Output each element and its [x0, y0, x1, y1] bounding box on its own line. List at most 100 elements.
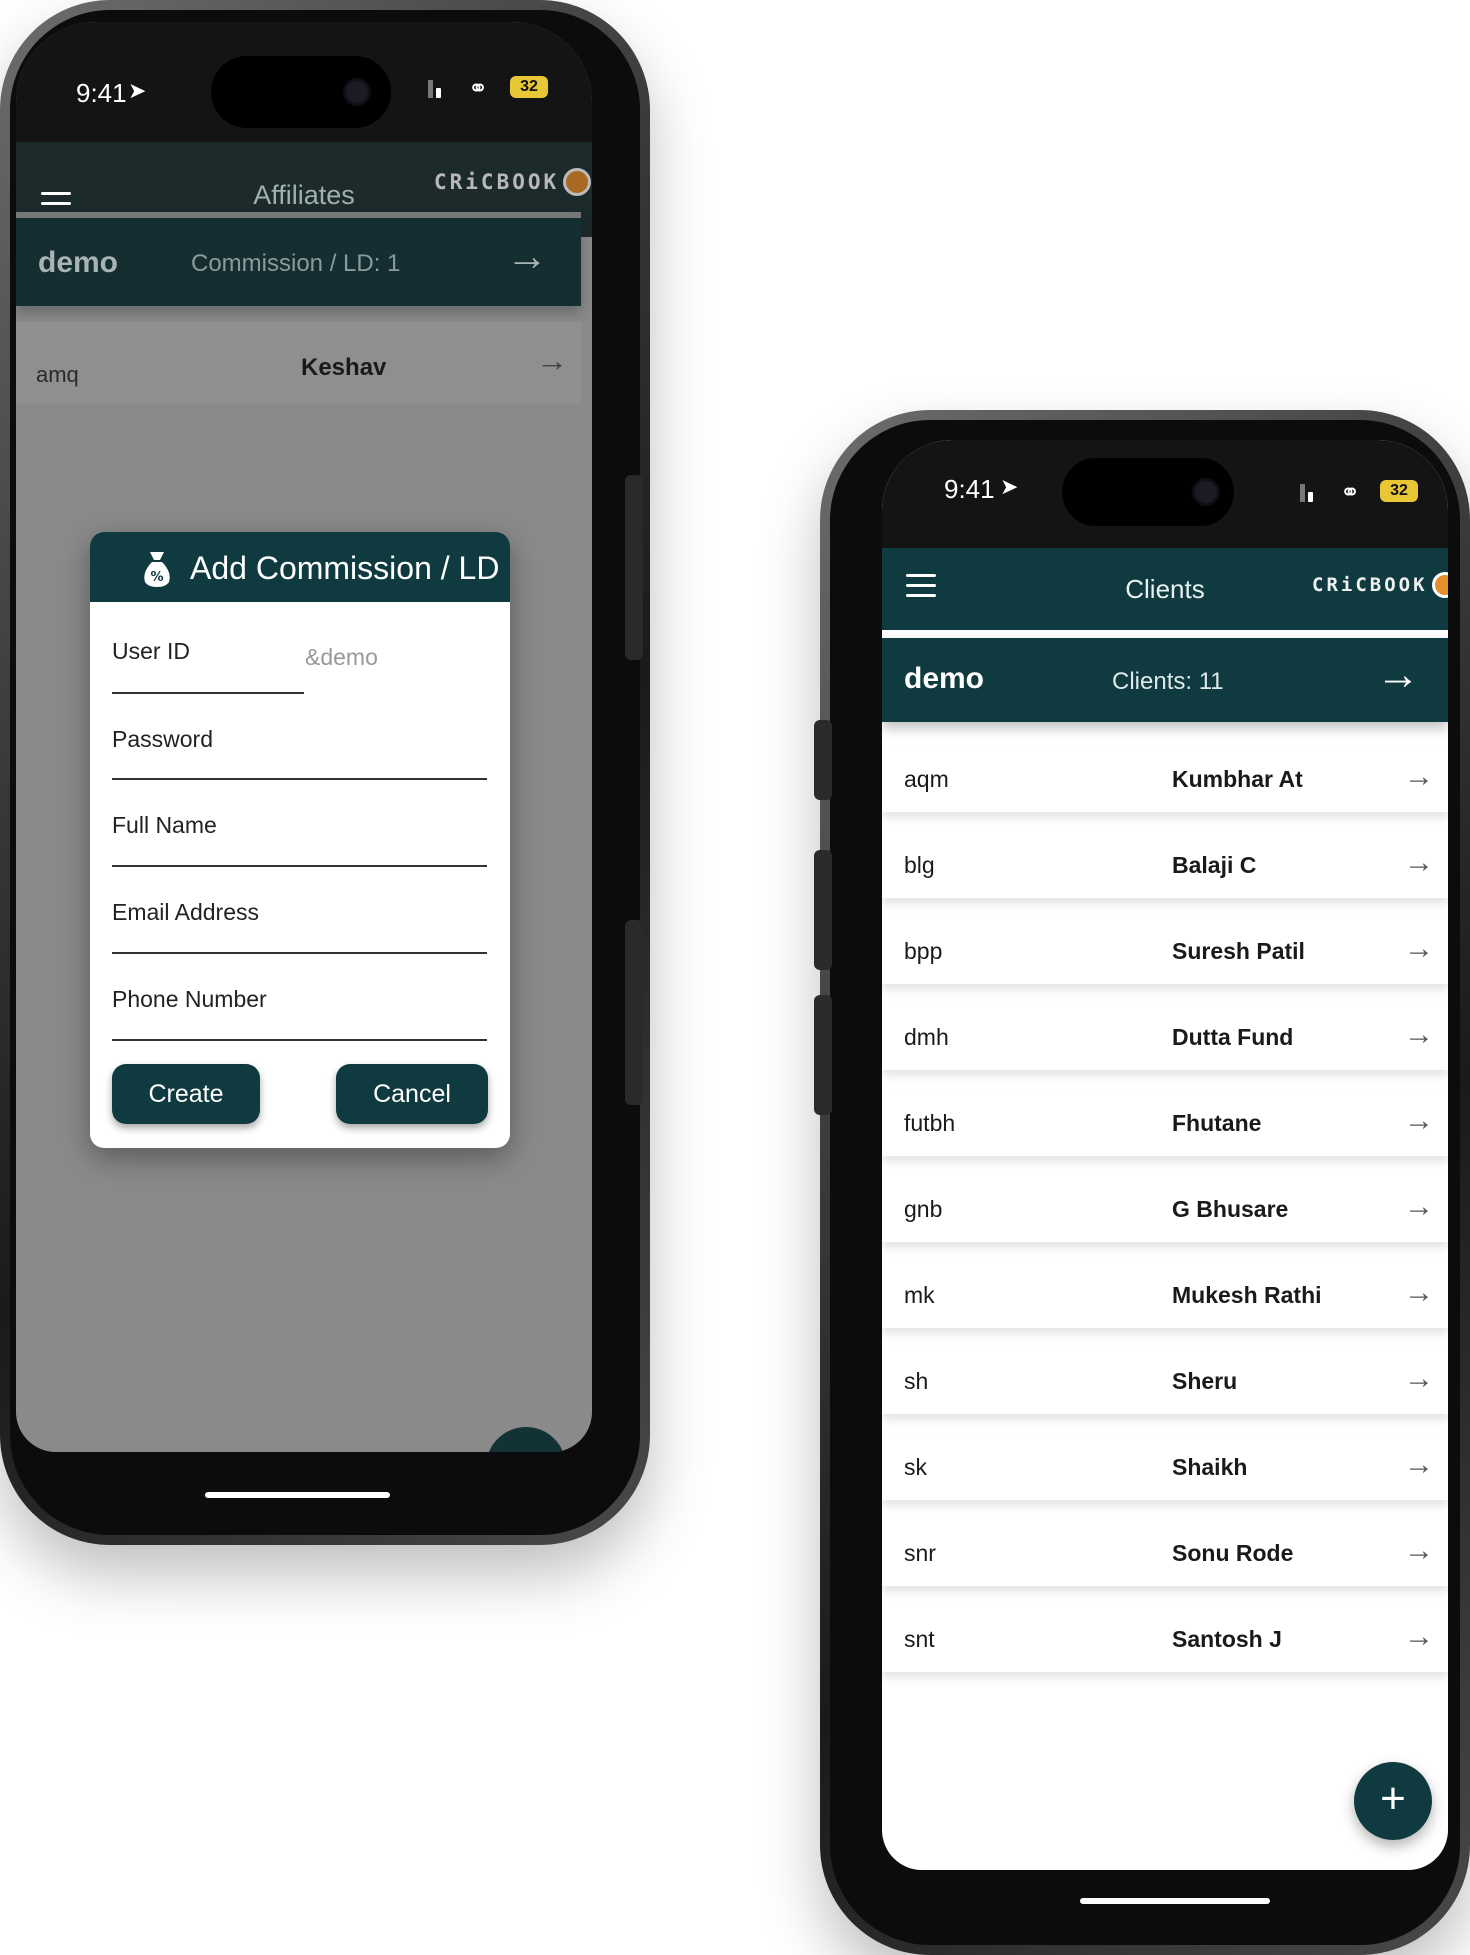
user-id-label: User ID	[112, 638, 190, 664]
phone-label: Phone Number	[112, 986, 267, 1012]
status-time: 9:41	[944, 474, 995, 504]
client-name: Shaikh	[1172, 1454, 1248, 1480]
client-name: Mukesh Rathi	[1172, 1282, 1322, 1308]
list-item-id: amq	[36, 362, 79, 387]
volume-button	[814, 995, 832, 1115]
user-id-field[interactable]	[112, 692, 304, 694]
client-name: Sheru	[1172, 1368, 1238, 1394]
app-bar: Clients CRiCBOOK	[882, 548, 1448, 630]
client-name: Balaji C	[1172, 852, 1257, 878]
brand-logo: CRiCBOOK	[434, 168, 592, 196]
volume-button	[814, 850, 832, 970]
fab-button[interactable]	[486, 1427, 566, 1452]
logo-mark-icon	[563, 168, 592, 196]
list-item-name: Keshav	[301, 354, 387, 381]
arrow-right-icon[interactable]: →	[1404, 1190, 1434, 1224]
client-name: Sonu Rode	[1172, 1540, 1294, 1566]
arrow-right-icon[interactable]: →	[1404, 1362, 1434, 1396]
client-name: Santosh J	[1172, 1626, 1282, 1652]
arrow-right-icon[interactable]: →	[506, 232, 548, 280]
arrow-right-icon[interactable]: →	[1404, 760, 1434, 794]
dynamic-island	[211, 56, 391, 128]
add-commission-dialog: % Add Commission / LD User ID &demo Pass…	[90, 532, 510, 1148]
camera-icon	[343, 78, 371, 106]
signal-icon	[428, 80, 441, 98]
summary-header[interactable]: demo Clients: 11 →	[882, 638, 1448, 722]
client-row[interactable]: mk Mukesh Rathi →	[882, 1262, 1448, 1328]
arrow-right-icon[interactable]: →	[536, 342, 568, 379]
home-indicator	[205, 1492, 390, 1498]
location-icon: ➤	[128, 78, 147, 103]
header-count: Clients: 11	[1112, 668, 1224, 695]
arrow-right-icon[interactable]: →	[1404, 1448, 1434, 1482]
client-row[interactable]: aqm Kumbhar At →	[882, 746, 1448, 812]
camera-icon	[1192, 478, 1220, 506]
client-id: bpp	[904, 938, 943, 964]
email-field[interactable]	[112, 952, 487, 954]
battery-icon: 32	[1380, 480, 1418, 502]
client-row[interactable]: blg Balaji C →	[882, 832, 1448, 898]
client-row[interactable]: futbh Fhutane →	[882, 1090, 1448, 1156]
status-bar: 9:41 ➤ ⚭ 32	[882, 440, 1448, 548]
link-icon: ⚭	[468, 75, 489, 102]
client-name: Suresh Patil	[1172, 938, 1305, 964]
client-row[interactable]: dmh Dutta Fund →	[882, 1004, 1448, 1070]
client-name: Dutta Fund	[1172, 1024, 1294, 1050]
arrow-right-icon[interactable]: →	[1404, 1018, 1434, 1052]
arrow-right-icon[interactable]: →	[1404, 846, 1434, 880]
dialog-header: % Add Commission / LD	[90, 532, 510, 602]
password-field[interactable]	[112, 778, 487, 780]
list-item[interactable]: amq Keshav →	[16, 322, 581, 404]
side-button	[625, 920, 643, 1105]
client-row[interactable]: snr Sonu Rode →	[882, 1520, 1448, 1586]
header-count: Commission / LD: 1	[191, 250, 401, 277]
arrow-right-icon[interactable]: →	[1404, 1620, 1434, 1654]
user-id-suffix: &demo	[305, 644, 378, 670]
arrow-right-icon[interactable]: →	[1404, 1534, 1434, 1568]
client-name: Fhutane	[1172, 1110, 1262, 1136]
dynamic-island	[1062, 458, 1234, 526]
link-icon: ⚭	[1340, 479, 1361, 506]
status-bar: 9:41 ➤ ⚭ 32	[16, 22, 592, 142]
client-row[interactable]: bpp Suresh Patil →	[882, 918, 1448, 984]
right-screen: 9:41 ➤ ⚭ 32 Clients CRiCBOOK demo Client…	[882, 440, 1448, 1870]
header-username: demo	[904, 662, 985, 695]
logo-mark-icon	[1431, 572, 1448, 598]
side-button	[625, 475, 643, 660]
client-row[interactable]: sh Sheru →	[882, 1348, 1448, 1414]
volume-button	[814, 720, 832, 800]
brand-logo: CRiCBOOK	[1312, 572, 1448, 598]
arrow-right-icon[interactable]: →	[1404, 932, 1434, 966]
client-id: dmh	[904, 1024, 949, 1050]
arrow-right-icon[interactable]: →	[1404, 1104, 1434, 1138]
battery-icon: 32	[510, 76, 548, 98]
header-username: demo	[38, 246, 119, 279]
status-time: 9:41	[76, 78, 127, 108]
create-button[interactable]: Create	[112, 1064, 260, 1124]
svg-text:%: %	[150, 570, 163, 585]
phone-field[interactable]	[112, 1039, 487, 1041]
password-label: Password	[112, 726, 213, 752]
client-id: futbh	[904, 1110, 956, 1136]
cancel-button[interactable]: Cancel	[336, 1064, 488, 1124]
arrow-right-icon[interactable]: →	[1404, 1276, 1434, 1310]
full-name-field[interactable]	[112, 865, 487, 867]
client-id: aqm	[904, 766, 949, 792]
arrow-right-icon[interactable]: →	[1376, 650, 1420, 700]
client-id: sk	[904, 1454, 927, 1480]
client-id: snt	[904, 1626, 935, 1652]
add-client-button[interactable]: +	[1354, 1762, 1432, 1840]
client-row[interactable]: sk Shaikh →	[882, 1434, 1448, 1500]
client-id: snr	[904, 1540, 936, 1566]
email-label: Email Address	[112, 899, 260, 925]
full-name-label: Full Name	[112, 812, 217, 838]
client-id: blg	[904, 852, 935, 878]
dialog-title: Add Commission / LD	[190, 550, 500, 586]
home-indicator	[1080, 1898, 1270, 1904]
phone-left: 9:41 ➤ ⚭ 32 Affiliates CRiCBOOK demo Com…	[0, 0, 650, 1545]
client-id: gnb	[904, 1196, 943, 1222]
client-row[interactable]: gnb G Bhusare →	[882, 1176, 1448, 1242]
client-row[interactable]: snt Santosh J →	[882, 1606, 1448, 1672]
summary-header[interactable]: demo Commission / LD: 1 →	[16, 212, 581, 306]
money-bag-icon: %	[144, 552, 170, 587]
